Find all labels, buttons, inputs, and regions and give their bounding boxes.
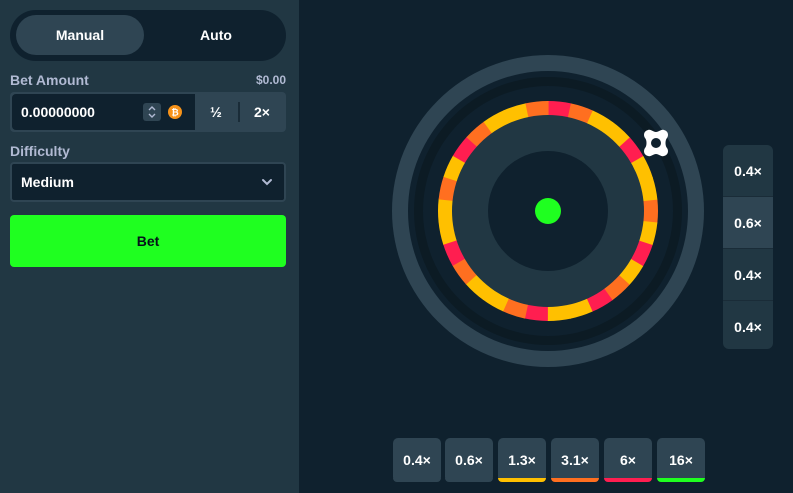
multiplier-chip-label: 3.1× bbox=[561, 452, 589, 468]
bet-amount-usd-value: $0.00 bbox=[255, 73, 286, 87]
mode-tabs: Manual Auto bbox=[10, 10, 286, 61]
tab-auto[interactable]: Auto bbox=[152, 15, 280, 55]
game-area bbox=[299, 0, 793, 493]
multiplier-chip-bar bbox=[445, 478, 493, 482]
side-multiplier-item: 0.4× bbox=[723, 248, 773, 300]
multiplier-chip-label: 1.3× bbox=[508, 452, 536, 468]
multiplier-chip-bar bbox=[657, 478, 705, 482]
multiplier-chip: 3.1× bbox=[551, 438, 599, 482]
multiplier-chip-bar bbox=[498, 478, 546, 482]
half-bet-button[interactable]: ½ bbox=[194, 94, 238, 130]
multiplier-legend: 0.4× 0.6× 1.3× 3.1× 6× 16× bbox=[393, 438, 713, 482]
bitcoin-icon: ₿ bbox=[168, 105, 182, 119]
difficulty-label-row: Difficulty bbox=[10, 143, 286, 159]
multiplier-chip-bar bbox=[551, 478, 599, 482]
wheel-center-dot bbox=[535, 198, 561, 224]
bet-amount-label-row: Bet Amount $0.00 bbox=[10, 72, 286, 88]
wheel-pointer-icon bbox=[644, 129, 668, 157]
multiplier-chip-label: 0.6× bbox=[455, 452, 483, 468]
bet-button[interactable]: Bet bbox=[10, 215, 286, 267]
bet-amount-input[interactable]: 0.00000000 ₿ bbox=[12, 94, 195, 130]
multiplier-chip-bar bbox=[604, 478, 652, 482]
multiplier-chip-label: 0.4× bbox=[403, 452, 431, 468]
difficulty-select[interactable]: Medium bbox=[10, 162, 286, 202]
wheel bbox=[392, 55, 704, 367]
multiplier-chip: 0.4× bbox=[393, 438, 441, 482]
sidebar: Manual Auto Bet Amount $0.00 0.00000000 … bbox=[0, 0, 299, 493]
difficulty-label: Difficulty bbox=[10, 143, 70, 159]
amount-spinner-icon[interactable] bbox=[143, 103, 161, 121]
tab-manual[interactable]: Manual bbox=[16, 15, 144, 55]
side-multiplier-list: 0.4× 0.6× 0.4× 0.4× bbox=[723, 145, 773, 349]
bet-amount-label: Bet Amount bbox=[10, 72, 89, 88]
multiplier-chip: 0.6× bbox=[445, 438, 493, 482]
svg-text:₿: ₿ bbox=[171, 108, 178, 118]
multiplier-chip-bar bbox=[393, 478, 441, 482]
bet-amount-group: 0.00000000 ₿ ½ 2× bbox=[10, 92, 286, 132]
difficulty-selected-value[interactable]: Medium bbox=[21, 174, 260, 190]
side-multiplier-item: 0.4× bbox=[734, 162, 762, 179]
multiplier-chip: 6× bbox=[604, 438, 652, 482]
chevron-down-icon[interactable] bbox=[260, 175, 274, 189]
side-multiplier-item: 0.6× bbox=[723, 196, 773, 248]
bet-amount-value[interactable]: 0.00000000 bbox=[21, 104, 141, 120]
multiplier-chip-label: 16× bbox=[669, 452, 693, 468]
double-bet-button[interactable]: 2× bbox=[240, 94, 284, 130]
multiplier-chip-label: 6× bbox=[620, 452, 636, 468]
multiplier-chip: 16× bbox=[657, 438, 705, 482]
side-multiplier-item: 0.4× bbox=[723, 300, 773, 349]
multiplier-chip: 1.3× bbox=[498, 438, 546, 482]
